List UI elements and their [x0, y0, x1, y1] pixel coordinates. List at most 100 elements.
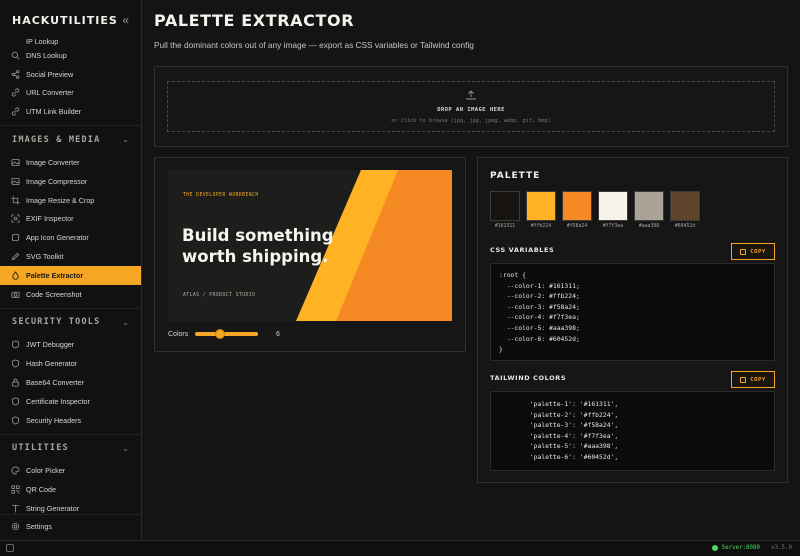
copy-icon [740, 248, 747, 255]
palette-title: PALETTE [490, 171, 541, 181]
swatch[interactable]: #60452d [670, 191, 700, 229]
chevron-down-icon: ⌄ [122, 135, 129, 145]
sidebar-item-security-headers[interactable]: Security Headers [0, 411, 141, 430]
qr-icon [10, 485, 20, 495]
swatch-color[interactable] [634, 191, 664, 221]
sidebar-item-label: SVG Toolkit [26, 252, 64, 262]
sidebar-item-jwt-debugger[interactable]: JWT Debugger [0, 336, 141, 355]
colors-slider[interactable] [195, 329, 258, 339]
slider-thumb[interactable] [215, 329, 226, 339]
sidebar-item-qr-code[interactable]: QR Code [0, 480, 141, 499]
shield-icon [10, 359, 20, 369]
swatch-hex: #f7f3ea [602, 224, 624, 229]
brand-logo[interactable]: HACKUTILITIES [12, 14, 118, 27]
sidebar-item-certificate-inspector[interactable]: Certificate Inspector [0, 392, 141, 411]
page-title: PALETTE EXTRACTOR [154, 11, 355, 30]
server-label: Server:8080 [721, 545, 760, 551]
search-icon [10, 50, 20, 60]
sidebar-footer: Settings [0, 514, 141, 536]
sidebar-item-label: Palette Extractor [26, 270, 84, 280]
swatch-row: #161311 #ffb224 #f58a24 #f7f3ea #aaa398 #6045… [490, 191, 706, 229]
sidebar-item-dns-lookup[interactable]: DNS Lookup [0, 46, 141, 65]
collapse-sidebar-icon[interactable]: « [122, 13, 129, 27]
sidebar-item-svg-toolkit[interactable]: SVG Toolkit [0, 247, 141, 266]
sidebar-item-label: Image Resize & Crop [26, 195, 95, 205]
swatch-hex: #aaa398 [638, 224, 660, 229]
sidebar-item-label: Social Preview [26, 69, 74, 79]
app-version: v3.5.0 [771, 545, 792, 551]
sidebar-item-image-compressor[interactable]: Image Compressor [0, 172, 141, 191]
sidebar-item-hash-generator[interactable]: Hash Generator [0, 354, 141, 373]
copy-css-label: COPY [750, 248, 766, 255]
sidebar-item-image-converter[interactable]: Image Converter [0, 153, 141, 172]
sidebar-item-image-resize-crop[interactable]: Image Resize & Crop [0, 191, 141, 210]
crop-icon [10, 195, 20, 205]
image-dropzone[interactable]: DROP AN IMAGE HERE or click to browse (j… [167, 81, 775, 132]
sidebar-item-app-icon-generator[interactable]: App Icon Generator [0, 228, 141, 247]
sidebar-item-code-screenshot[interactable]: Code Screenshot [0, 285, 141, 304]
page-subtitle: Pull the dominant colors out of any imag… [154, 40, 474, 50]
swatch-color[interactable] [490, 191, 520, 221]
shield-icon [10, 415, 20, 425]
link-icon [10, 107, 20, 117]
dropzone-hint: or click to browse (jpg, jpg, jpeg, webp… [391, 117, 551, 124]
upload-icon [466, 89, 476, 103]
swatch-color[interactable] [562, 191, 592, 221]
camera-icon [10, 289, 20, 299]
sidebar-item-palette-extractor[interactable]: Palette Extractor [0, 265, 141, 285]
section-title: UTILITIES [12, 443, 69, 454]
chevron-down-icon: ⌄ [122, 443, 129, 453]
css-code-block[interactable]: :root { --color-1: #161311; --color-2: #… [490, 263, 775, 361]
sidebar-item-label: EXIF Inspector [26, 214, 74, 224]
colors-slider-row: Colors 6 [168, 328, 280, 340]
section-security-tools[interactable]: SECURITY TOOLS ⌄ [0, 307, 141, 336]
sidebar-item-url-converter[interactable]: URL Converter [0, 84, 141, 103]
sidebar-nav[interactable]: IP Lookup DNS Lookup Social Preview URL Con… [0, 36, 141, 540]
palette-icon [10, 466, 20, 476]
section-utilities[interactable]: UTILITIES ⌄ [0, 433, 141, 462]
sidebar-item-color-picker[interactable]: Color Picker [0, 462, 141, 481]
sidebar-item-ip-lookup[interactable]: IP Lookup [0, 36, 141, 46]
copy-tailwind-button[interactable]: COPY [731, 371, 775, 388]
sidebar-item-label: Code Screenshot [26, 289, 82, 299]
sidebar-item-label: UTM Link Builder [26, 107, 82, 117]
sidebar-item-label: Certificate Inspector [26, 396, 90, 406]
swatch-color[interactable] [670, 191, 700, 221]
swatch[interactable]: #f58a24 [562, 191, 592, 229]
sidebar-item-base64-converter[interactable]: Base64 Converter [0, 373, 141, 392]
swatch-color[interactable] [526, 191, 556, 221]
shield-icon [10, 340, 20, 350]
swatch-hex: #ffb224 [530, 224, 552, 229]
sidebar-item-settings[interactable]: Settings [0, 517, 141, 536]
swatch-color[interactable] [598, 191, 628, 221]
swatch[interactable]: #f7f3ea [598, 191, 628, 229]
sidebar-item-utm-link-builder[interactable]: UTM Link Builder [0, 102, 141, 121]
sidebar-item-label: App Icon Generator [26, 233, 89, 243]
share-icon [10, 69, 20, 79]
sidebar-item-label: URL Converter [26, 88, 74, 98]
swatch[interactable]: #aaa398 [634, 191, 664, 229]
copy-icon [740, 376, 747, 383]
colors-label: Colors [168, 330, 189, 338]
sidebar-item-social-preview[interactable]: Social Preview [0, 65, 141, 84]
dropzone-card: DROP AN IMAGE HERE or click to browse (j… [154, 66, 788, 147]
sidebar-item-label: DNS Lookup [26, 50, 67, 60]
copy-css-button[interactable]: COPY [731, 243, 775, 260]
palette-card: PALETTE #161311 #ffb224 #f58a24 #f7f3ea #aaa… [477, 157, 788, 483]
sidebar-item-label: Base64 Converter [26, 378, 84, 388]
tailwind-code-block[interactable]: 'palette-1': '#161311', 'palette-2': '#f… [490, 391, 775, 471]
tailwind-colors-title: TAILWIND COLORS [490, 374, 567, 382]
text-icon [10, 504, 20, 514]
sidebar-header: HACKUTILITIES « [0, 0, 141, 40]
sidebar-item-exif-inspector[interactable]: EXIF Inspector [0, 210, 141, 229]
panel-toggle-icon[interactable] [6, 544, 14, 552]
swatch[interactable]: #161311 [490, 191, 520, 229]
sidebar: HACKUTILITIES « IP Lookup DNS Lookup Socia… [0, 0, 142, 540]
swatch-hex: #60452d [674, 224, 696, 229]
sidebar-item-label: Hash Generator [26, 359, 78, 369]
dropzone-title: DROP AN IMAGE HERE [437, 106, 505, 113]
swatch[interactable]: #ffb224 [526, 191, 556, 229]
sidebar-item-label: String Generator [26, 504, 80, 514]
section-images-media[interactable]: IMAGES & MEDIA ⌄ [0, 125, 141, 153]
main-content: PALETTE EXTRACTOR Pull the dominant colo… [142, 0, 800, 540]
